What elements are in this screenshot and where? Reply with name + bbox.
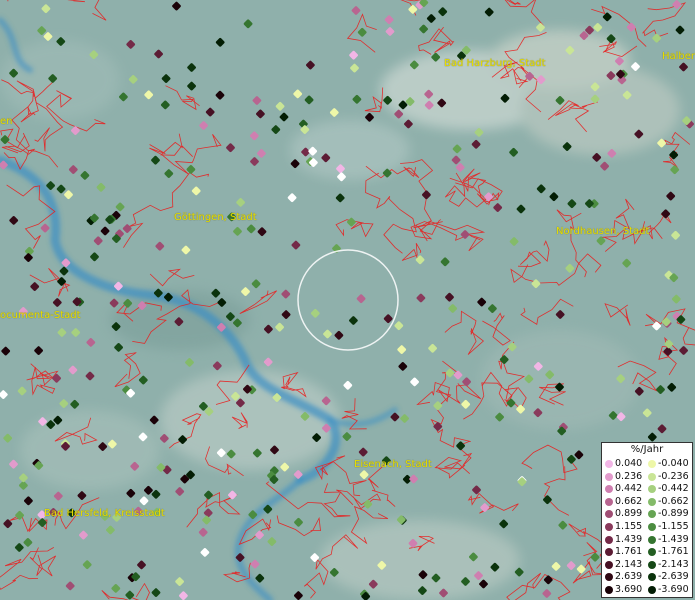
legend-label: 0.442: [615, 483, 643, 495]
city-eisenach: Eisenach, Stadt: [354, 459, 432, 470]
legend-swatch: [605, 523, 613, 531]
legend-label: 1.761: [615, 546, 643, 558]
legend-swatch: [605, 573, 613, 582]
legend-label: -0.236: [658, 470, 689, 482]
city-nordhausen: Nordhausen, Stadt: [556, 226, 650, 237]
legend-label: -2.639: [658, 571, 689, 583]
legend-label: -0.662: [658, 495, 689, 507]
legend-swatch: [648, 485, 656, 494]
city-en: en: [0, 116, 13, 127]
legend-swatch: [648, 560, 656, 569]
legend-label: 2.639: [615, 571, 643, 583]
legend-label: 1.155: [615, 521, 643, 532]
legend-label: 0.899: [615, 508, 643, 520]
legend-swatch: [648, 523, 656, 531]
legend-label: 0.040: [615, 458, 643, 469]
legend-swatch: [648, 548, 656, 557]
city-halber: Halber: [662, 51, 695, 62]
legend-label: -1.761: [658, 546, 689, 558]
legend-swatch: [648, 472, 656, 481]
legend-label: -1.155: [658, 521, 689, 532]
city-documenta: ocumenta-Stadt: [0, 310, 81, 321]
legend-label: 3.690: [615, 584, 643, 595]
legend-label: -0.442: [658, 483, 689, 495]
legend-label: -0.899: [658, 508, 689, 520]
legend-label: 0.236: [615, 470, 643, 482]
legend-swatch: [605, 472, 613, 481]
legend-title: %/Jahr: [630, 444, 664, 455]
legend-swatch: [648, 510, 656, 519]
legend-swatch: [648, 497, 656, 506]
city-bad-hersfeld: Bad Hersfeld, Kreisstadt: [44, 508, 165, 519]
legend-label: -1.439: [658, 533, 689, 545]
legend-swatch: [605, 560, 613, 569]
legend-label: -0.040: [658, 458, 689, 469]
legend-label: -2.143: [658, 558, 689, 570]
city-goettingen: Göttingen, Stadt: [174, 212, 257, 223]
legend-label: 1.439: [615, 533, 643, 545]
legend-swatch: [648, 460, 656, 468]
legend-swatch: [648, 573, 656, 582]
city-bad-harzburg: Bad Harzburg, Stadt: [444, 58, 546, 69]
legend-swatch: [605, 535, 613, 544]
legend-swatch: [605, 586, 613, 594]
legend-label: 2.143: [615, 558, 643, 570]
legend-label: 0.662: [615, 495, 643, 507]
legend-label: -3.690: [658, 584, 689, 595]
legend-swatch: [605, 485, 613, 494]
legend: %/Jahr 0.040 -0.040 0.236 -0.236 0.442 -0.442…: [601, 442, 693, 598]
legend-swatch: [648, 535, 656, 544]
legend-swatch: [648, 586, 656, 594]
legend-swatch: [605, 497, 613, 506]
legend-swatch: [605, 510, 613, 519]
legend-swatch: [605, 548, 613, 557]
legend-swatch: [605, 460, 613, 468]
